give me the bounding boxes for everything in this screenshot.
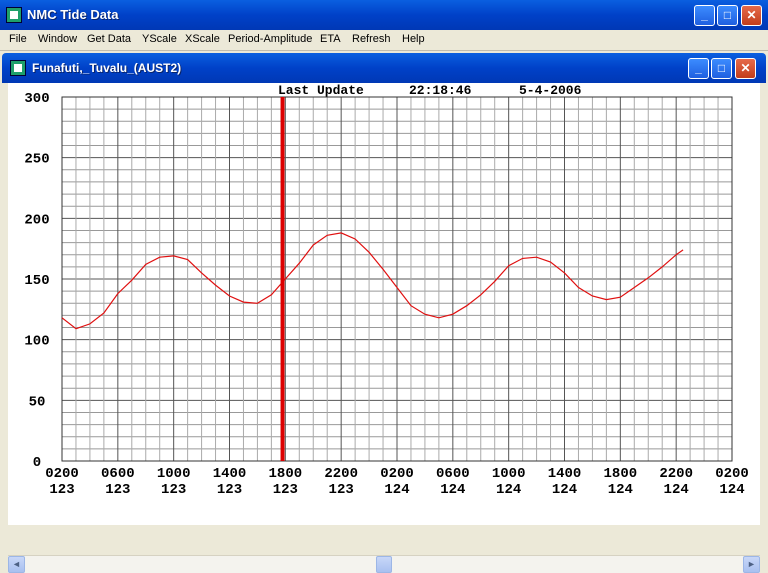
x-tick-day: 124 bbox=[664, 482, 689, 498]
x-tick-day: 124 bbox=[384, 482, 409, 498]
x-tick-day: 124 bbox=[608, 482, 633, 498]
y-tick-label: 50 bbox=[29, 394, 46, 410]
chart-maximize-button[interactable]: □ bbox=[711, 58, 732, 79]
chart-minimize-button[interactable]: _ bbox=[688, 58, 709, 79]
menu-file[interactable]: File bbox=[9, 33, 27, 45]
x-tick-time: 1400 bbox=[548, 466, 582, 482]
x-tick-time: 1800 bbox=[604, 466, 638, 482]
last-update-date: 5-4-2006 bbox=[519, 83, 582, 98]
menu-help[interactable]: Help bbox=[402, 33, 425, 45]
x-tick-time: 2200 bbox=[324, 466, 358, 482]
y-tick-label: 200 bbox=[24, 212, 49, 228]
scroll-thumb[interactable] bbox=[376, 556, 392, 573]
y-tick-label: 0 bbox=[33, 455, 41, 471]
scroll-left-button[interactable]: ◄ bbox=[8, 556, 25, 573]
x-tick-time: 1800 bbox=[269, 466, 303, 482]
y-tick-label: 100 bbox=[24, 334, 49, 350]
menu-eta[interactable]: ETA bbox=[320, 33, 341, 45]
tide-chart: 0501001502002503000200123060012310001231… bbox=[24, 83, 749, 498]
menu-refresh[interactable]: Refresh bbox=[352, 33, 391, 45]
menu-period-amplitude[interactable]: Period-Amplitude bbox=[228, 33, 312, 45]
minimize-button[interactable]: _ bbox=[694, 5, 715, 26]
x-tick-time: 1000 bbox=[492, 466, 526, 482]
x-tick-day: 124 bbox=[496, 482, 521, 498]
x-tick-day: 124 bbox=[719, 482, 744, 498]
app-title: NMC Tide Data bbox=[27, 7, 119, 22]
chart-window-titlebar: Funafuti,_Tuvalu_(AUST2) _ □ ✕ bbox=[2, 53, 766, 83]
chart-window-icon bbox=[10, 60, 26, 76]
menu-window[interactable]: Window bbox=[38, 33, 77, 45]
x-tick-day: 123 bbox=[49, 482, 74, 498]
last-update-label: Last Update bbox=[278, 83, 364, 98]
x-tick-time: 0200 bbox=[380, 466, 414, 482]
x-tick-time: 1400 bbox=[213, 466, 247, 482]
x-tick-day: 123 bbox=[161, 482, 186, 498]
maximize-button[interactable]: □ bbox=[717, 5, 738, 26]
menu-bar: File Window Get Data YScale XScale Perio… bbox=[0, 30, 768, 51]
menu-yscale[interactable]: YScale bbox=[142, 33, 177, 45]
x-tick-day: 123 bbox=[217, 482, 242, 498]
x-tick-time: 2200 bbox=[659, 466, 693, 482]
horizontal-scrollbar[interactable]: ◄ ► bbox=[8, 555, 760, 573]
chart-window-title: Funafuti,_Tuvalu_(AUST2) bbox=[32, 61, 182, 75]
menu-xscale[interactable]: XScale bbox=[185, 33, 220, 45]
chart-close-button[interactable]: ✕ bbox=[735, 58, 756, 79]
y-tick-label: 300 bbox=[24, 91, 49, 107]
chart-window: Funafuti,_Tuvalu_(AUST2) _ □ ✕ 0 50 100 150… bbox=[2, 53, 766, 573]
menu-get-data[interactable]: Get Data bbox=[87, 33, 131, 45]
x-tick-time: 0600 bbox=[101, 466, 135, 482]
x-tick-day: 123 bbox=[273, 482, 298, 498]
y-tick-label: 150 bbox=[24, 273, 49, 289]
x-tick-day: 124 bbox=[440, 482, 465, 498]
x-tick-day: 123 bbox=[105, 482, 130, 498]
close-button[interactable]: ✕ bbox=[741, 5, 762, 26]
chart-area: 0 50 100 150 200 250 300 0200 123 0600 123 1000 123 1… bbox=[8, 83, 760, 525]
y-tick-label: 250 bbox=[24, 152, 49, 168]
x-tick-day: 123 bbox=[329, 482, 354, 498]
x-tick-day: 124 bbox=[552, 482, 577, 498]
app-titlebar: NMC Tide Data _ □ ✕ bbox=[0, 0, 768, 30]
app-icon bbox=[6, 7, 22, 23]
x-tick-time: 0600 bbox=[436, 466, 470, 482]
last-update-time: 22:18:46 bbox=[409, 83, 472, 98]
x-tick-time: 1000 bbox=[157, 466, 191, 482]
x-tick-time: 0200 bbox=[45, 466, 79, 482]
scroll-right-button[interactable]: ► bbox=[743, 556, 760, 573]
x-tick-time: 0200 bbox=[715, 466, 749, 482]
